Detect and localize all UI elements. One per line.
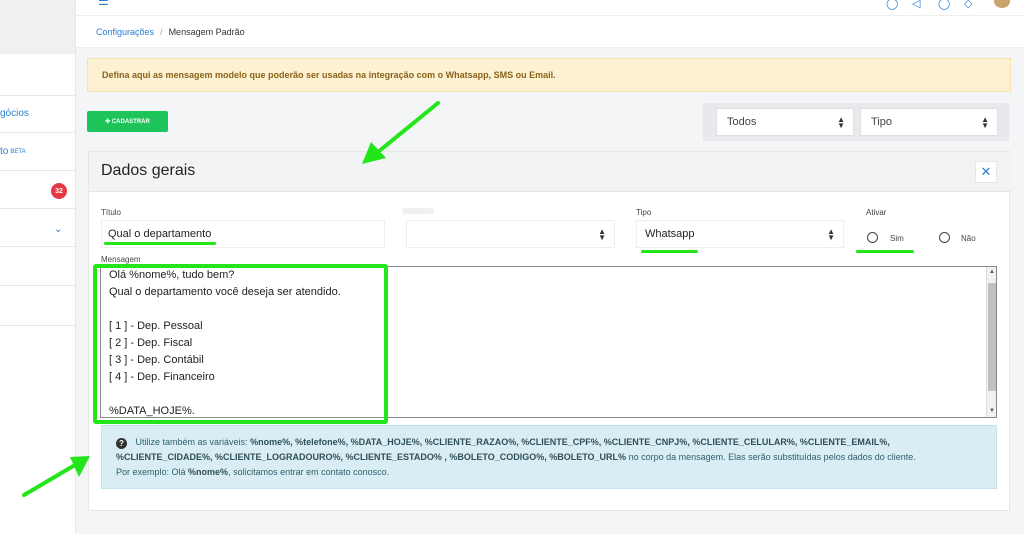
info-prefix: Utilize também as variáveis: (135, 437, 248, 447)
annotation-underline (641, 250, 698, 253)
scroll-down-icon[interactable]: ▼ (988, 408, 996, 414)
annotation-underline (104, 242, 216, 245)
layers-icon[interactable]: ◇ (964, 0, 978, 10)
select-arrows-icon: ▲ ▼ (837, 115, 845, 130)
sidebar-item-label: gócios (0, 108, 29, 119)
breadcrumb-current: Mensagem Padrão (168, 26, 245, 37)
filter-bar: Todos ▲ ▼ Tipo ▲ ▼ (703, 103, 1009, 141)
sidebar: gócios to BETA 32 ⌄ (0, 0, 76, 534)
menu-icon[interactable]: ☰ (98, 0, 109, 8)
top-header (76, 0, 1024, 16)
type-select[interactable]: Whatsapp ▲ ▼ (636, 220, 844, 248)
title-input-value: Qual o departamento (108, 228, 212, 240)
panel-header: Dados gerais ✕ (89, 152, 1011, 192)
textarea-scrollbar[interactable]: ▲ ▼ (986, 267, 996, 417)
info-alert: Defina aqui as mensagem modelo que poder… (87, 58, 1011, 92)
close-icon[interactable]: ✕ (975, 161, 997, 183)
whatsapp-icon[interactable]: ◯ (938, 0, 952, 10)
activate-label: Ativar (866, 208, 887, 217)
breadcrumb: Configurações / Mensagem Padrão (76, 16, 1024, 48)
info-example-var: %nome% (188, 467, 229, 477)
alert-text: Defina aqui as mensagem modelo que poder… (102, 70, 556, 80)
scroll-up-icon[interactable]: ▲ (988, 269, 996, 275)
register-button[interactable]: ✚ CADASTRAR (87, 111, 168, 132)
info-suffix: no corpo da mensagem. Elas serão substit… (628, 452, 916, 462)
help-icon[interactable]: ◯ (886, 0, 900, 10)
question-icon: ? (116, 438, 127, 449)
message-label: Mensagem (101, 255, 141, 264)
beta-tag: BETA (10, 148, 26, 155)
breadcrumb-link-configuracoes[interactable]: Configurações (96, 27, 154, 37)
status-filter-value: Todos (727, 116, 757, 128)
info-variables-line1: %nome%, %telefone%, %DATA_HOJE%, %CLIENT… (250, 437, 890, 447)
activate-yes-radio[interactable] (867, 232, 878, 243)
secondary-select[interactable]: ▲ ▼ (406, 220, 615, 248)
sidebar-divider (0, 325, 75, 326)
sidebar-item-expandable[interactable] (0, 209, 75, 247)
chevron-down-icon[interactable]: ⌄ (54, 224, 62, 235)
annotation-highlight-box (93, 264, 388, 424)
info-example-prefix: Por exemplo: Olá (116, 467, 186, 477)
title-label: Título (101, 208, 122, 217)
activate-yes-label[interactable]: Sim (890, 234, 904, 243)
select-arrows-icon: ▲ ▼ (598, 227, 606, 242)
type-select-value: Whatsapp (645, 228, 695, 240)
telegram-icon[interactable]: ◁ (912, 0, 926, 10)
select-arrows-icon: ▲ ▼ (981, 115, 989, 130)
sidebar-item-negocios[interactable]: gócios (0, 95, 75, 133)
type-filter-select[interactable]: Tipo ▲ ▼ (860, 108, 998, 136)
annotation-underline (856, 250, 914, 253)
type-filter-value: Tipo (871, 116, 892, 128)
breadcrumb-separator: / (160, 26, 163, 37)
sidebar-item-label: to (0, 146, 9, 157)
scroll-thumb[interactable] (988, 283, 996, 391)
info-example-suffix: , solicitamos entrar em contato conosco. (228, 467, 390, 477)
activate-no-radio[interactable] (939, 232, 950, 243)
type-label: Tipo (636, 208, 652, 217)
app-root: gócios to BETA 32 ⌄ ☰ ◯ ◁ ◯ ◇ Configuraç… (0, 0, 1024, 534)
activate-no-label[interactable]: Não (961, 234, 976, 243)
notification-badge: 32 (51, 183, 67, 199)
select-arrows-icon: ▲ ▼ (827, 227, 835, 242)
hidden-field-label (402, 208, 434, 214)
panel-title: Dados gerais (101, 162, 196, 179)
sidebar-divider (0, 285, 75, 286)
status-filter-select[interactable]: Todos ▲ ▼ (716, 108, 854, 136)
sidebar-item-beta[interactable]: to BETA (0, 133, 75, 171)
info-variables-line2: %CLIENTE_CIDADE%, %CLIENTE_LOGRADOURO%, … (116, 452, 627, 462)
variables-info-box: ? Utilize também as variáveis: %nome%, %… (101, 425, 997, 489)
sidebar-header (0, 0, 75, 54)
